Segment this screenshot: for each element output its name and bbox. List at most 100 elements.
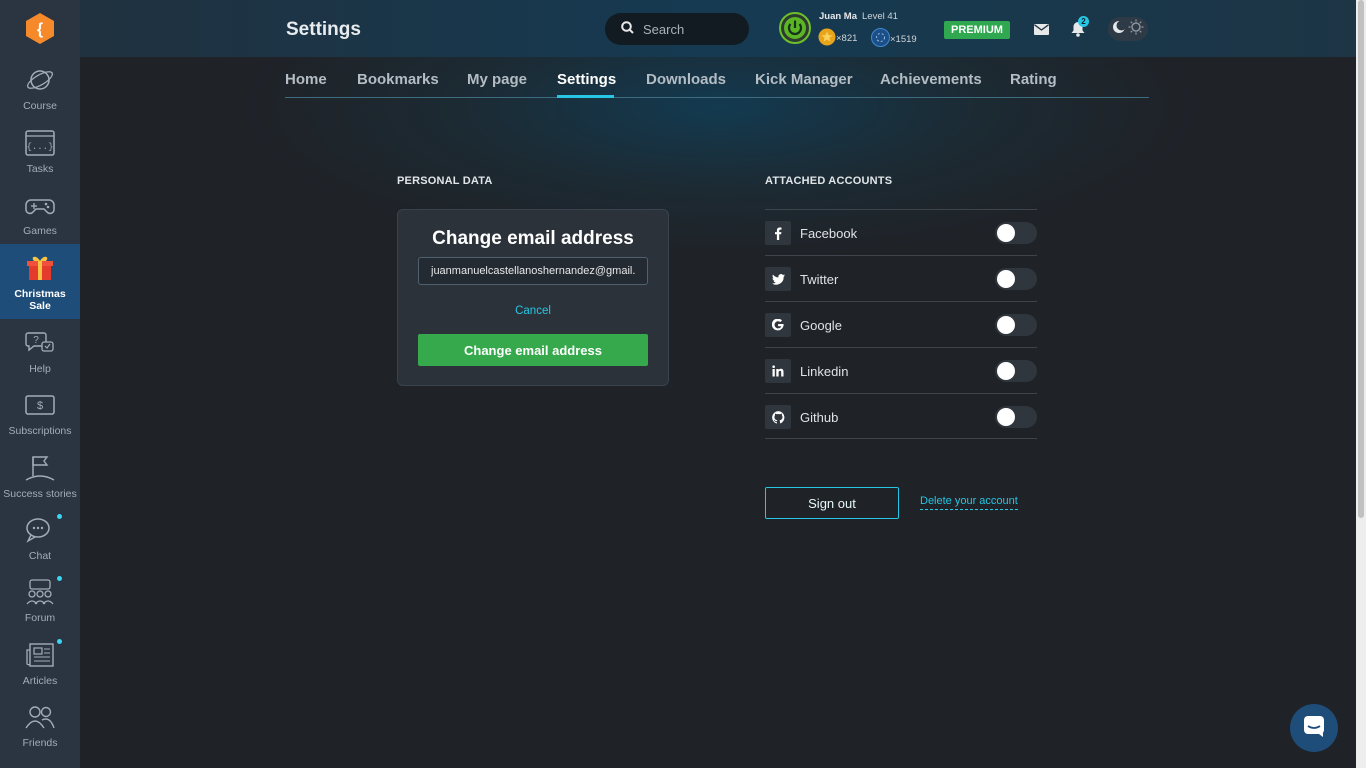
forum-people-icon	[24, 576, 56, 608]
coin-icon	[818, 28, 836, 49]
support-chat-button[interactable]	[1290, 704, 1338, 752]
avatar[interactable]	[779, 12, 811, 44]
search-icon	[621, 21, 643, 37]
twitter-icon	[765, 267, 791, 291]
chat-bubble-icon	[1303, 715, 1325, 742]
sidebar-item-label: Subscriptions	[8, 425, 72, 437]
personal-data-heading: PERSONAL DATA	[397, 175, 493, 187]
attached-accounts-list: Facebook Twitter Google Linkedin Github	[765, 209, 1037, 439]
svg-text:?: ?	[33, 335, 39, 346]
sidebar-item-help[interactable]: ? Help	[0, 327, 80, 389]
linkedin-icon	[765, 359, 791, 383]
flag-icon	[24, 452, 56, 484]
tab-downloads[interactable]: Downloads	[646, 71, 726, 88]
sidebar-item-chat[interactable]: Chat	[0, 514, 80, 576]
sidebar-item-course[interactable]: Course	[0, 64, 80, 126]
sidebar-item-label: Tasks	[26, 163, 54, 175]
svg-text:{: {	[37, 21, 43, 38]
sidebar-item-friends[interactable]: Friends	[0, 701, 80, 763]
friends-icon	[24, 701, 56, 733]
facebook-icon	[765, 221, 791, 245]
account-row-linkedin: Linkedin	[765, 347, 1037, 393]
sidebar-item-label: Forum	[24, 612, 56, 624]
xp-count: ×1519	[890, 33, 917, 45]
tab-achievements[interactable]: Achievements	[880, 71, 982, 88]
main-background	[80, 57, 1356, 768]
sidebar-item-subscriptions[interactable]: $ Subscriptions	[0, 389, 80, 451]
tab-kick-manager[interactable]: Kick Manager	[755, 71, 853, 88]
coins-stat: ×821	[818, 28, 857, 49]
sidebar: { Course {...} Tasks Games Christmas Sal…	[0, 0, 80, 768]
toggle-knob	[997, 408, 1015, 426]
tab-my-page[interactable]: My page	[467, 71, 527, 88]
svg-text:{...}: {...}	[26, 142, 53, 152]
help-bubble-icon: ?	[24, 327, 56, 359]
coins-count: ×821	[836, 33, 858, 44]
dollar-bill-icon: $	[24, 389, 56, 421]
google-toggle[interactable]	[995, 314, 1037, 336]
sidebar-item-games[interactable]: Games	[0, 189, 80, 251]
gift-icon	[24, 252, 56, 284]
tab-home[interactable]: Home	[285, 71, 327, 88]
sidebar-item-forum[interactable]: Forum	[0, 576, 80, 638]
delete-account-link[interactable]: Delete your account	[920, 495, 1018, 510]
toggle-knob	[997, 270, 1015, 288]
moon-icon	[1112, 20, 1127, 39]
xp-stat: ×1519	[871, 28, 917, 50]
tab-rating[interactable]: Rating	[1010, 71, 1057, 88]
planet-icon	[24, 64, 56, 96]
change-email-button[interactable]: Change email address	[418, 334, 648, 366]
tab-settings[interactable]: Settings	[557, 71, 616, 88]
github-icon	[765, 405, 791, 429]
change-email-card: Change email address Cancel Change email…	[397, 209, 669, 386]
account-name: Facebook	[800, 226, 858, 241]
sidebar-item-label: Chat	[28, 550, 52, 562]
page-scrollbar[interactable]	[1356, 0, 1366, 768]
mail-icon[interactable]	[1032, 20, 1050, 38]
change-email-title: Change email address	[432, 228, 634, 249]
unread-dot	[57, 639, 62, 644]
account-name: Linkedin	[800, 364, 849, 379]
page-title: Settings	[286, 19, 361, 40]
tab-bookmarks[interactable]: Bookmarks	[357, 71, 439, 88]
sidebar-item-success-stories[interactable]: Success stories	[0, 452, 80, 514]
account-name: Github	[800, 410, 839, 425]
unread-dot	[57, 514, 62, 519]
logo-icon[interactable]: {	[26, 13, 54, 44]
newspaper-icon	[24, 639, 56, 671]
email-field[interactable]	[418, 257, 648, 285]
toggle-knob	[997, 362, 1015, 380]
github-toggle[interactable]	[995, 406, 1037, 428]
linkedin-toggle[interactable]	[995, 360, 1037, 382]
sidebar-item-label: Help	[29, 363, 51, 375]
theme-toggle[interactable]	[1108, 17, 1148, 41]
code-braces-icon: {...}	[24, 127, 56, 159]
chat-icon	[24, 514, 56, 546]
attached-accounts-heading: ATTACHED ACCOUNTS	[765, 175, 893, 187]
sidebar-item-articles[interactable]: Articles	[0, 639, 80, 701]
sidebar-item-label: Articles	[22, 675, 58, 687]
search-box[interactable]: Search	[605, 13, 749, 45]
unread-dot	[57, 576, 62, 581]
sign-out-button[interactable]: Sign out	[765, 487, 899, 519]
account-name: Google	[800, 318, 842, 333]
sidebar-item-label: Success stories	[3, 488, 77, 500]
sidebar-item-label: Friends	[22, 737, 58, 749]
svg-text:$: $	[37, 400, 43, 412]
sidebar-item-tasks[interactable]: {...} Tasks	[0, 127, 80, 189]
cancel-link[interactable]: Cancel	[398, 305, 668, 317]
username[interactable]: Juan Ma	[819, 11, 857, 22]
twitter-toggle[interactable]	[995, 268, 1037, 290]
scrollbar-thumb[interactable]	[1358, 0, 1364, 518]
gamepad-icon	[24, 189, 56, 221]
sidebar-item-label: Games	[23, 225, 57, 237]
account-row-github: Github	[765, 393, 1037, 439]
sidebar-item-christmas-sale[interactable]: Christmas Sale	[0, 244, 80, 319]
facebook-toggle[interactable]	[995, 222, 1037, 244]
premium-badge[interactable]: PREMIUM	[944, 21, 1010, 39]
toggle-knob	[997, 316, 1015, 334]
account-name: Twitter	[800, 272, 839, 287]
active-tab-indicator	[557, 95, 614, 98]
sidebar-item-label: Christmas Sale	[14, 288, 66, 312]
xp-icon	[871, 28, 890, 50]
